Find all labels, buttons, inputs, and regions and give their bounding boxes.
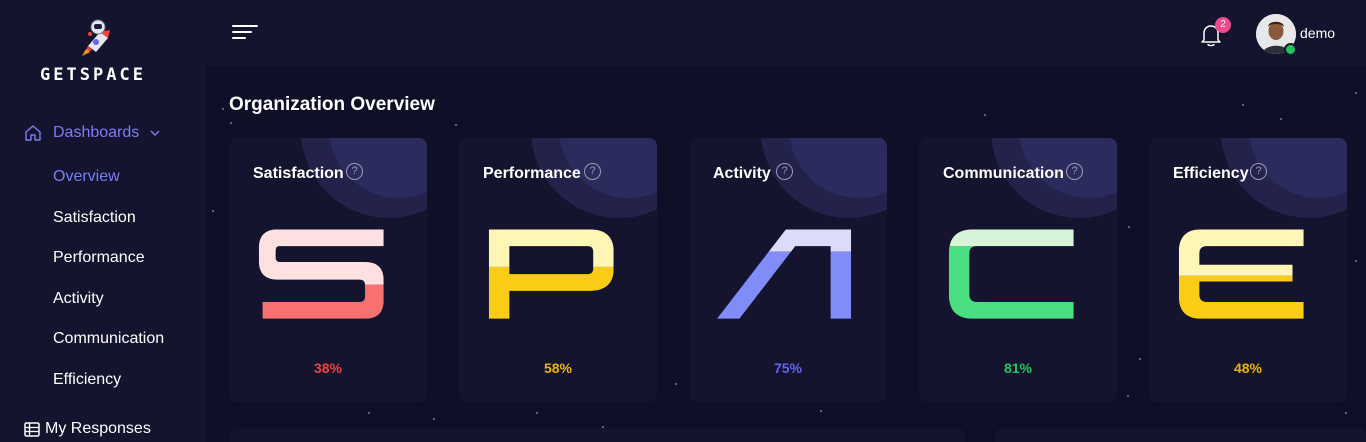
card-title: Communication: [943, 165, 1064, 182]
bottom-panel-right: [995, 428, 1366, 442]
sidebar-item-overview[interactable]: Overview: [53, 166, 120, 188]
card-title: Efficiency: [1173, 165, 1249, 182]
letter-s-gauge: [258, 229, 384, 319]
online-status-dot: [1284, 43, 1297, 56]
letter-p-gauge: [488, 229, 614, 319]
metric-card-communication[interactable]: Communication? 81%: [919, 138, 1117, 402]
home-icon: [25, 125, 41, 141]
card-title: Satisfaction: [253, 165, 344, 182]
metric-card-activity[interactable]: Activity? 75%: [689, 138, 887, 402]
help-icon[interactable]: ?: [1250, 163, 1267, 180]
table-icon: [24, 421, 40, 437]
notification-badge: 2: [1215, 17, 1231, 33]
sidebar: GETSPACE Dashboards Overview Satisfactio…: [0, 0, 206, 442]
help-icon[interactable]: ?: [776, 163, 793, 180]
sidebar-item-communication[interactable]: Communication: [53, 328, 164, 350]
sidebar-item-my-responses[interactable]: My Responses: [24, 418, 151, 440]
card-percentage: 58%: [543, 360, 573, 376]
menu-toggle-icon[interactable]: [232, 22, 258, 42]
bottom-panel-left: [229, 428, 965, 442]
card-title: Activity: [713, 165, 771, 182]
card-percentage: 75%: [773, 360, 803, 376]
brand-name: GETSPACE: [40, 65, 146, 85]
letter-c-gauge: [948, 229, 1074, 319]
help-icon[interactable]: ?: [346, 163, 363, 180]
card-percentage: 48%: [1233, 360, 1263, 376]
sidebar-item-performance[interactable]: Performance: [53, 247, 145, 269]
card-percentage: 38%: [313, 360, 343, 376]
letter-a-gauge: [717, 229, 852, 319]
card-title: Performance: [483, 165, 581, 182]
nav-group-label: Dashboards: [53, 124, 140, 141]
metric-card-satisfaction[interactable]: Satisfaction? 38%: [229, 138, 427, 402]
sidebar-item-efficiency[interactable]: Efficiency: [53, 369, 121, 391]
page-title: Organization Overview: [229, 94, 435, 115]
card-percentage: 81%: [1003, 360, 1033, 376]
help-icon[interactable]: ?: [584, 163, 601, 180]
metric-card-efficiency[interactable]: Efficiency? 48%: [1149, 138, 1347, 402]
help-icon[interactable]: ?: [1066, 163, 1083, 180]
astronaut-rocket-icon: [82, 19, 110, 56]
metric-card-performance[interactable]: Performance? 58%: [459, 138, 657, 402]
nav-group-dashboards[interactable]: Dashboards: [24, 120, 194, 146]
brand-logo[interactable]: GETSPACE: [8, 16, 178, 86]
sidebar-item-satisfaction[interactable]: Satisfaction: [53, 207, 136, 229]
my-responses-label: My Responses: [45, 420, 151, 437]
letter-e-gauge: [1178, 229, 1304, 319]
chevron-down-icon: [150, 130, 160, 136]
top-header: 2 demo: [206, 0, 1366, 66]
user-name[interactable]: demo: [1300, 25, 1335, 41]
sidebar-item-activity[interactable]: Activity: [53, 288, 104, 310]
